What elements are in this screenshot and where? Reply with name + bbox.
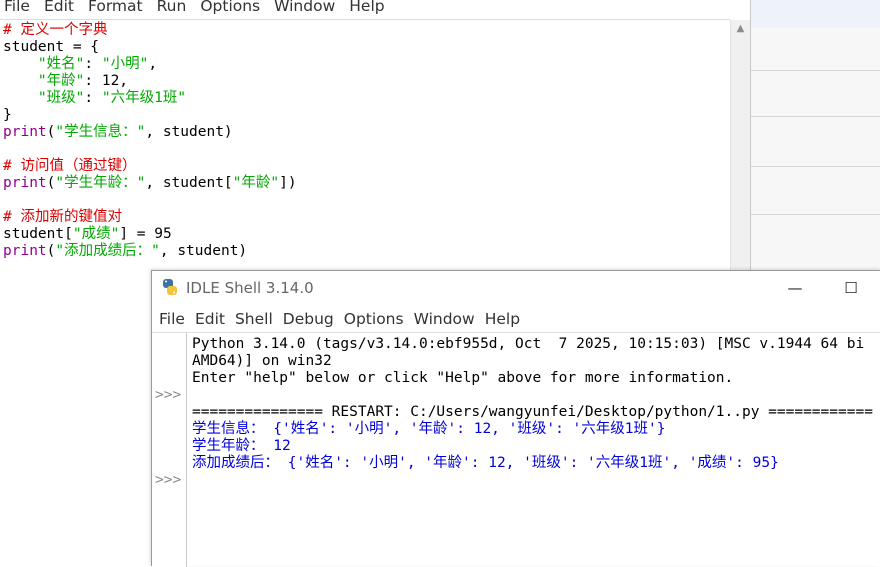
shell-prompt: >>> [155,387,182,403]
minimize-icon[interactable]: — [772,275,818,301]
code-builtin: print [3,243,47,259]
menu-debug[interactable]: Debug [283,309,334,329]
menu-options[interactable]: Options [344,309,404,329]
code-comment: # 访问值（通过键） [3,158,137,174]
menu-help[interactable]: Help [485,309,520,329]
background-window-header [750,0,880,28]
code-text: student = { [3,39,100,55]
shell-window: IDLE Shell 3.14.0 — ☐ File Edit Shell De… [151,270,880,567]
code-line: # 添加新的键值对 [3,209,297,226]
scroll-up-arrow-icon[interactable]: ▲ [734,22,747,35]
background-divider [750,166,880,167]
menu-edit[interactable]: Edit [44,0,74,16]
code-comment: # 添加新的键值对 [3,209,122,225]
code-line: "年龄": 12, [3,73,297,90]
code-text: , student) [159,243,248,259]
code-comment: # 定义一个字典 [3,22,108,38]
menu-window[interactable]: Window [414,309,475,329]
banner-line: Python 3.14.0 (tags/v3.14.0:ebf955d, Oct… [192,336,865,352]
editor-menubar: File Edit Format Run Options Window Help [0,0,395,16]
code-line: student = { [3,39,297,56]
code-string: "成绩" [72,226,120,242]
background-divider [750,70,880,71]
code-line: print("学生信息：", student) [3,124,297,141]
code-line: # 访问值（通过键） [3,158,297,175]
code-line: student["成绩"] = 95 [3,226,297,243]
menu-options[interactable]: Options [200,0,260,16]
code-string: "添加成绩后：" [55,243,160,259]
shell-menubar: File Edit Shell Debug Options Window Hel… [152,309,523,329]
menu-file[interactable]: File [4,0,30,16]
shell-output[interactable]: Python 3.14.0 (tags/v3.14.0:ebf955d, Oct… [192,336,873,472]
code-string: "班级" [37,90,85,106]
window-title: IDLE Shell 3.14.0 [186,279,314,297]
code-text: ] = 95 [119,226,172,242]
menu-format[interactable]: Format [88,0,143,16]
menu-file[interactable]: File [159,309,185,329]
maximize-icon[interactable]: ☐ [828,275,874,301]
code-text: , [148,56,158,72]
shell-body[interactable]: >>> >>> Python 3.14.0 (tags/v3.14.0:ebf9… [152,332,880,567]
code-text: student[ [3,226,73,242]
menu-run[interactable]: Run [157,0,187,16]
prompt-gutter: >>> >>> [152,333,187,567]
code-text: , student) [145,124,233,140]
code-text: ]) [279,175,297,191]
code-line: } [3,107,297,124]
code-builtin: print [3,124,47,140]
code-line: print("添加成绩后：", student) [3,243,297,260]
shell-titlebar[interactable]: IDLE Shell 3.14.0 — ☐ [152,271,880,305]
banner-line: AMD64)] on win32 [192,353,332,369]
python-logo-icon [163,279,177,295]
code-editor[interactable]: # 定义一个字典 student = { "姓名": "小明", "年龄": 12… [3,22,297,260]
code-string: "学生信息：" [55,124,146,140]
output-line: 添加成绩后： {'姓名': '小明', '年龄': 12, '班级': '六年级… [192,455,779,471]
code-text: } [3,107,12,123]
shell-prompt: >>> [155,472,182,488]
menu-divider [0,19,730,20]
background-divider [750,214,880,215]
code-string: "姓名" [37,56,85,72]
code-text: : 12, [84,73,129,89]
output-line: 学生信息： {'姓名': '小明', '年龄': 12, '班级': '六年级1… [192,421,666,437]
background-divider [750,116,880,117]
code-string: "年龄" [232,175,280,191]
code-text: : [84,90,102,106]
output-line: 学生年龄： 12 [192,438,291,454]
background-window [750,0,880,270]
menu-window[interactable]: Window [274,0,335,16]
menu-shell[interactable]: Shell [235,309,273,329]
code-string: "学生年龄：" [55,175,146,191]
code-text: , student[ [145,175,233,191]
code-line: print("学生年龄：", student["年龄"]) [3,175,297,192]
code-string: "年龄" [37,73,85,89]
menu-help[interactable]: Help [349,0,384,16]
code-line: "姓名": "小明", [3,56,297,73]
code-builtin: print [3,175,47,191]
banner-line: Enter "help" below or click "Help" above… [192,370,734,386]
code-text: : [84,56,102,72]
restart-line: =============== RESTART: C:/Users/wangyu… [192,404,873,420]
menu-edit[interactable]: Edit [195,309,225,329]
code-string: "六年级1班" [101,90,187,106]
code-line: # 定义一个字典 [3,22,297,39]
editor-scrollbar[interactable]: ▲ [730,20,750,270]
editor-window: File Edit Format Run Options Window Help… [0,0,751,270]
code-line: "班级": "六年级1班" [3,90,297,107]
code-string: "小明" [101,56,149,72]
